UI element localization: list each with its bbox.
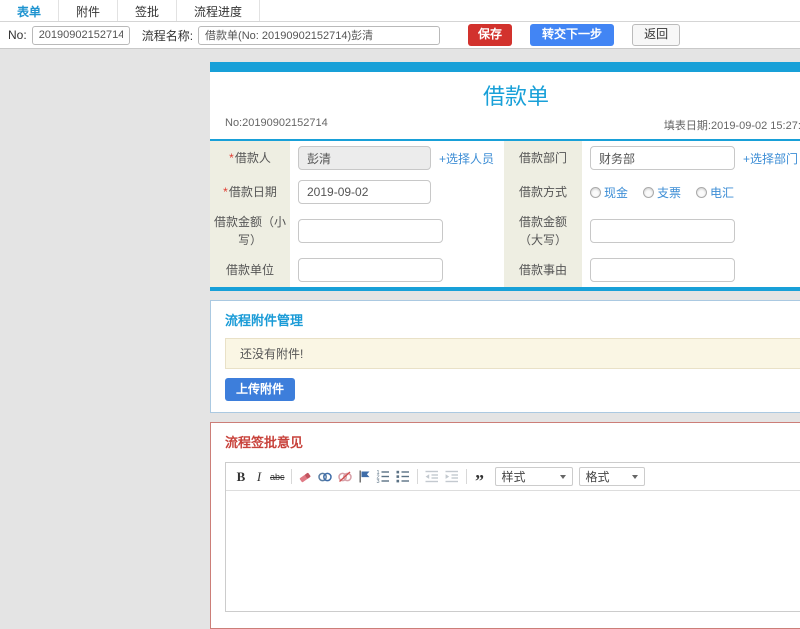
method-label: 借款方式: [504, 175, 582, 209]
strikethrough-button[interactable]: abc: [268, 468, 287, 485]
department-cell: +选择部门: [582, 141, 800, 175]
unlink-icon: [337, 471, 352, 483]
bulleted-list-icon: [396, 470, 409, 483]
form-date-text: 填表日期:2019-09-02 15:27:1: [663, 120, 800, 132]
toolbar-separator: [290, 469, 292, 485]
date-label: *借款日期: [210, 175, 290, 209]
method-option-cheque[interactable]: 支票: [643, 184, 681, 201]
reason-input[interactable]: [590, 258, 735, 282]
format-dropdown[interactable]: 格式: [578, 467, 645, 487]
anchor-button[interactable]: [355, 468, 373, 485]
main-content: 借款单 No:20190902152714 填表日期:2019-09-02 15…: [210, 49, 800, 629]
numbered-list-icon: 123: [376, 470, 389, 484]
bulleted-list-button[interactable]: [393, 468, 413, 485]
unit-input[interactable]: [298, 258, 443, 282]
required-mark: *: [229, 151, 234, 165]
back-button[interactable]: 返回: [632, 24, 681, 46]
outdent-icon: [425, 470, 438, 483]
blockquote-button[interactable]: ”: [471, 468, 489, 490]
svg-text:3: 3: [376, 479, 379, 484]
tab-approval[interactable]: 签批: [118, 0, 178, 21]
rich-text-editor: B I abc 1 2 3 ” 样式 格式: [225, 462, 800, 613]
method-option-cash[interactable]: 现金: [590, 184, 628, 201]
save-button[interactable]: 保存: [468, 24, 513, 46]
department-input[interactable]: [590, 146, 735, 170]
loan-form-panel: 借款单 No:20190902152714 填表日期:2019-09-02 15…: [210, 62, 800, 291]
editor-toolbar: B I abc 1 2 3 ” 样式 格式: [226, 463, 800, 492]
amount-upper-input[interactable]: [590, 219, 735, 243]
method-cell: 现金 支票 电汇: [582, 175, 800, 209]
amount-upper-cell: [582, 209, 800, 253]
tab-bar: 表单 附件 签批 流程进度: [0, 0, 800, 22]
unlink-button[interactable]: [335, 468, 355, 485]
department-label: 借款部门: [504, 141, 582, 175]
chevron-down-icon: [631, 474, 638, 479]
chevron-down-icon: [559, 474, 566, 479]
process-name-input[interactable]: [198, 25, 441, 45]
amount-lower-label: 借款金额（小写）: [210, 209, 290, 253]
form-grid: *借款人 +选择人员 借款部门 +选择部门 *借款日期 借款方式: [210, 141, 800, 291]
borrower-input: [298, 146, 431, 170]
method-option-wire[interactable]: 电汇: [696, 184, 734, 201]
borrow-date-input[interactable]: [298, 180, 431, 204]
form-title: 借款单: [482, 84, 549, 109]
remove-format-icon: [299, 473, 310, 483]
tabbar-spacer: [260, 0, 800, 21]
indent-button[interactable]: [442, 468, 462, 485]
action-toolbar: No: 流程名称: 保存 转交下一步 返回: [0, 22, 800, 49]
process-name-label: 流程名称:: [141, 28, 194, 43]
amount-upper-label: 借款金额（大写）: [504, 209, 582, 253]
toolbar-separator: [465, 469, 467, 485]
form-no-text: No:20190902152714: [225, 117, 328, 129]
required-mark: *: [223, 185, 228, 199]
outdent-button[interactable]: [422, 468, 442, 485]
link-button[interactable]: [315, 468, 335, 485]
attachment-title: 流程附件管理: [225, 313, 304, 328]
select-department-link[interactable]: +选择部门: [743, 150, 798, 167]
form-meta-row: No:20190902152714 填表日期:2019-09-02 15:27:…: [210, 114, 800, 141]
no-label: No:: [8, 28, 27, 42]
toolbar-separator: [416, 469, 418, 485]
amount-lower-cell: [290, 209, 504, 253]
form-top-accent-bar: [210, 62, 800, 72]
editor-content-area[interactable]: [226, 491, 800, 612]
anchor-flag-icon: [359, 470, 370, 483]
radio-icon[interactable]: [696, 186, 708, 198]
attachment-panel: 流程附件管理 还没有附件! 上传附件: [210, 300, 800, 414]
remove-format-button[interactable]: [296, 468, 315, 485]
borrower-label: *借款人: [210, 141, 290, 175]
indent-icon: [445, 470, 458, 483]
approval-panel: 流程签批意见 B I abc 1 2 3 ” 样式 格式: [210, 422, 800, 629]
bold-button[interactable]: B: [232, 468, 250, 485]
tab-progress[interactable]: 流程进度: [177, 0, 261, 21]
upload-attachment-button[interactable]: 上传附件: [225, 378, 296, 402]
reason-cell: [582, 253, 800, 287]
link-icon: [317, 472, 332, 482]
borrower-cell: +选择人员: [290, 141, 504, 175]
numbered-list-button[interactable]: 123: [373, 468, 393, 485]
unit-cell: [290, 253, 504, 287]
date-cell: [290, 175, 504, 209]
next-step-button[interactable]: 转交下一步: [530, 24, 615, 46]
reason-label: 借款事由: [504, 253, 582, 287]
tab-attachment[interactable]: 附件: [59, 0, 119, 21]
italic-button[interactable]: I: [250, 468, 268, 485]
select-person-link[interactable]: +选择人员: [439, 150, 494, 167]
unit-label: 借款单位: [210, 253, 290, 287]
style-dropdown[interactable]: 样式: [494, 467, 573, 487]
no-attachment-message: 还没有附件!: [225, 338, 800, 369]
no-input[interactable]: [31, 25, 130, 45]
radio-icon[interactable]: [590, 186, 601, 198]
amount-lower-input[interactable]: [298, 219, 443, 243]
approval-title: 流程签批意见: [225, 435, 304, 451]
radio-icon[interactable]: [643, 186, 655, 198]
tab-form[interactable]: 表单: [0, 0, 60, 21]
